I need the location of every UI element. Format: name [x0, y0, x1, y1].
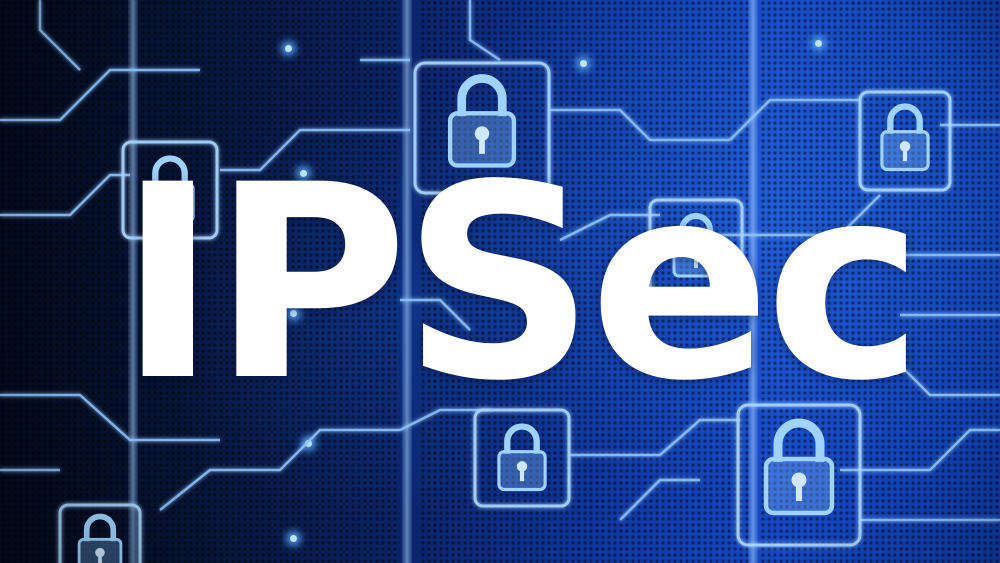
ipsec-banner: IPSec — [0, 0, 1000, 563]
ipsec-title: IPSec — [118, 128, 924, 440]
padlock-icon — [79, 517, 121, 563]
